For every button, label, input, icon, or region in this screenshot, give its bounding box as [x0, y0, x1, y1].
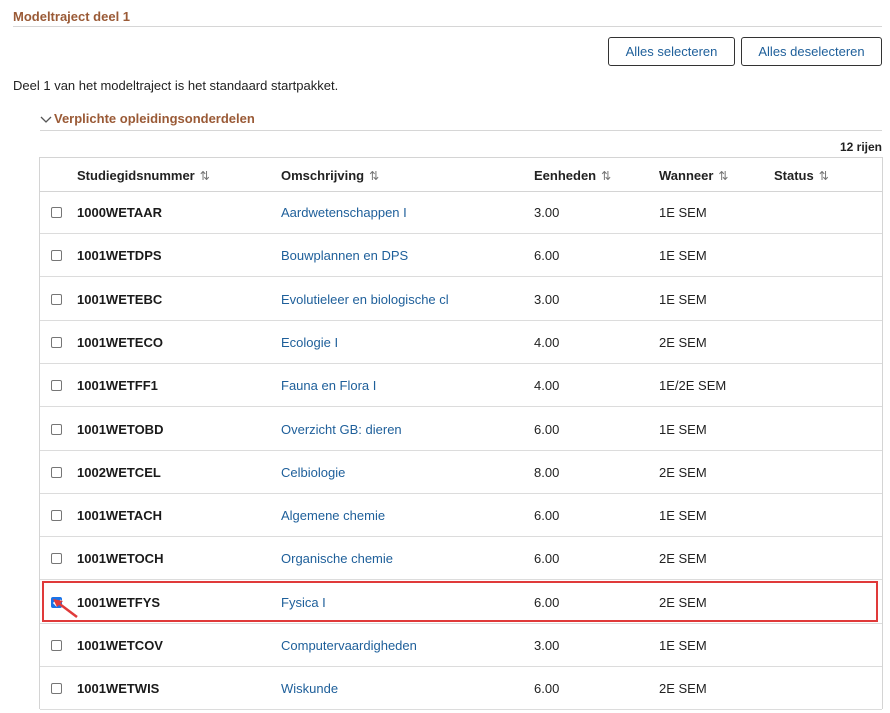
sort-icon: ⇅: [601, 168, 612, 183]
course-units: 6.00: [534, 551, 560, 567]
sort-icon: ⇅: [818, 168, 829, 183]
deselect-all-button[interactable]: Alles deselecteren: [741, 37, 882, 66]
row-checkbox[interactable]: [51, 293, 62, 305]
table-row[interactable]: 1001WETDPS Bouwplannen en DPS 6.00 1E SEM: [40, 234, 882, 278]
course-semester: 1E SEM: [659, 291, 707, 307]
course-description-link[interactable]: Aardwetenschappen I: [281, 205, 407, 220]
selected-row-highlight: [42, 581, 878, 622]
column-header-wanneer[interactable]: Wanneer ⇅: [659, 168, 728, 183]
subsection-title: Verplichte opleidingsonderdelen: [54, 111, 255, 126]
course-code: 1002WETCEL: [77, 464, 161, 480]
course-semester: 1E SEM: [659, 421, 707, 437]
chevron-down-icon: [40, 116, 52, 123]
course-semester: 2E SEM: [659, 551, 707, 567]
table-row[interactable]: 1001WETFF1 Fauna en Flora I 4.00 1E/2E SEM: [40, 364, 882, 408]
sort-icon: ⇅: [718, 168, 729, 183]
course-semester: 1E SEM: [659, 638, 707, 653]
course-units: 4.00: [534, 334, 560, 350]
table-row[interactable]: 1001WETACH Algemene chemie 6.00 1E SEM: [40, 494, 882, 538]
sort-icon: ⇅: [369, 168, 380, 183]
course-units: 3.00: [534, 638, 560, 653]
course-units: 3.00: [534, 205, 560, 220]
select-all-button[interactable]: Alles selecteren: [608, 37, 735, 66]
table-row[interactable]: 1001WETOBD Overzicht GB: dieren 6.00 1E SEM: [40, 408, 882, 451]
course-semester: 1E SEM: [659, 248, 707, 264]
course-table: Studiegidsnummer ⇅ Omschrijving ⇅ Eenhed…: [39, 157, 883, 711]
column-header-eenheden[interactable]: Eenheden ⇅: [534, 168, 611, 183]
table-row[interactable]: 1001WETWIS Wiskunde 6.00 2E SEM: [40, 667, 882, 711]
table-row[interactable]: 1001WETOCH Organische chemie 6.00 2E SEM: [40, 537, 882, 581]
course-semester: 2E SEM: [659, 334, 707, 350]
course-description-link[interactable]: Fauna en Flora I: [281, 378, 376, 393]
row-checkbox[interactable]: [51, 423, 62, 435]
course-code: 1001WETWIS: [77, 681, 160, 697]
row-checkbox[interactable]: [51, 250, 62, 262]
course-description-link[interactable]: Overzicht GB: dieren: [281, 422, 402, 437]
course-semester: 1E SEM: [659, 205, 707, 220]
table-header: Studiegidsnummer ⇅ Omschrijving ⇅ Eenhed…: [40, 158, 882, 192]
course-description-link[interactable]: Wiskunde: [281, 681, 338, 696]
row-checkbox[interactable]: [51, 207, 62, 218]
intro-text: Deel 1 van het modeltraject is het stand…: [13, 78, 339, 93]
course-code: 1001WETECO: [77, 334, 163, 350]
subsection-divider: [40, 130, 882, 131]
row-checkbox[interactable]: [51, 553, 62, 565]
row-checkbox[interactable]: [51, 640, 62, 651]
course-code: 1001WETFF1: [77, 378, 158, 394]
course-description-link[interactable]: Evolutieleer en biologische cl: [281, 292, 449, 307]
course-description-link[interactable]: Bouwplannen en DPS: [281, 248, 408, 263]
row-checkbox[interactable]: [51, 510, 62, 522]
course-code: 1001WETACH: [77, 508, 163, 524]
course-semester: 1E SEM: [659, 508, 707, 524]
sort-icon: ⇅: [199, 168, 210, 183]
course-units: 8.00: [534, 464, 560, 480]
row-checkbox[interactable]: [51, 380, 62, 392]
subsection-toggle[interactable]: Verplichte opleidingsonderdelen: [40, 111, 255, 126]
row-checkbox[interactable]: [51, 466, 62, 478]
row-checkbox[interactable]: [51, 336, 62, 348]
course-code: 1001WETOCH: [77, 551, 164, 567]
section-divider: [13, 26, 882, 27]
course-units: 6.00: [534, 421, 560, 437]
column-header-status[interactable]: Status ⇅: [774, 168, 829, 183]
course-units: 3.00: [534, 291, 560, 307]
course-description-link[interactable]: Celbiologie: [281, 465, 345, 480]
table-row[interactable]: 1001WETCOV Computervaardigheden 3.00 1E SEM: [40, 624, 882, 667]
course-semester: 1E/2E SEM: [659, 378, 727, 394]
course-description-link[interactable]: Ecologie I: [281, 335, 338, 350]
table-row[interactable]: 1000WETAAR Aardwetenschappen I 3.00 1E SEM: [40, 191, 882, 234]
course-code: 1001WETEBC: [77, 291, 163, 307]
column-header-studiegidsnummer[interactable]: Studiegidsnummer ⇅: [77, 168, 210, 183]
column-header-omschrijving[interactable]: Omschrijving ⇅: [281, 168, 379, 183]
course-units: 6.00: [534, 681, 560, 697]
course-code: 1000WETAAR: [77, 205, 163, 220]
course-description-link[interactable]: Algemene chemie: [281, 508, 385, 523]
course-units: 6.00: [534, 508, 560, 524]
course-code: 1001WETDPS: [77, 248, 162, 264]
table-row[interactable]: 1002WETCEL Celbiologie 8.00 2E SEM: [40, 451, 882, 494]
course-code: 1001WETOBD: [77, 421, 164, 437]
course-semester: 2E SEM: [659, 681, 707, 697]
course-units: 4.00: [534, 378, 560, 394]
course-description-link[interactable]: Computervaardigheden: [281, 638, 417, 653]
course-semester: 2E SEM: [659, 464, 707, 480]
table-row[interactable]: 1001WETECO Ecologie I 4.00 2E SEM: [40, 321, 882, 364]
pointer-arrow-icon: [53, 599, 78, 618]
row-count: 12 rijen: [839, 140, 882, 154]
course-code: 1001WETCOV: [77, 638, 163, 653]
table-row[interactable]: 1001WETEBC Evolutieleer en biologische cl…: [40, 278, 882, 321]
section-title: Modeltraject deel 1: [13, 9, 131, 24]
row-checkbox[interactable]: [51, 683, 62, 695]
course-units: 6.00: [534, 248, 560, 264]
course-description-link[interactable]: Organische chemie: [281, 551, 393, 566]
